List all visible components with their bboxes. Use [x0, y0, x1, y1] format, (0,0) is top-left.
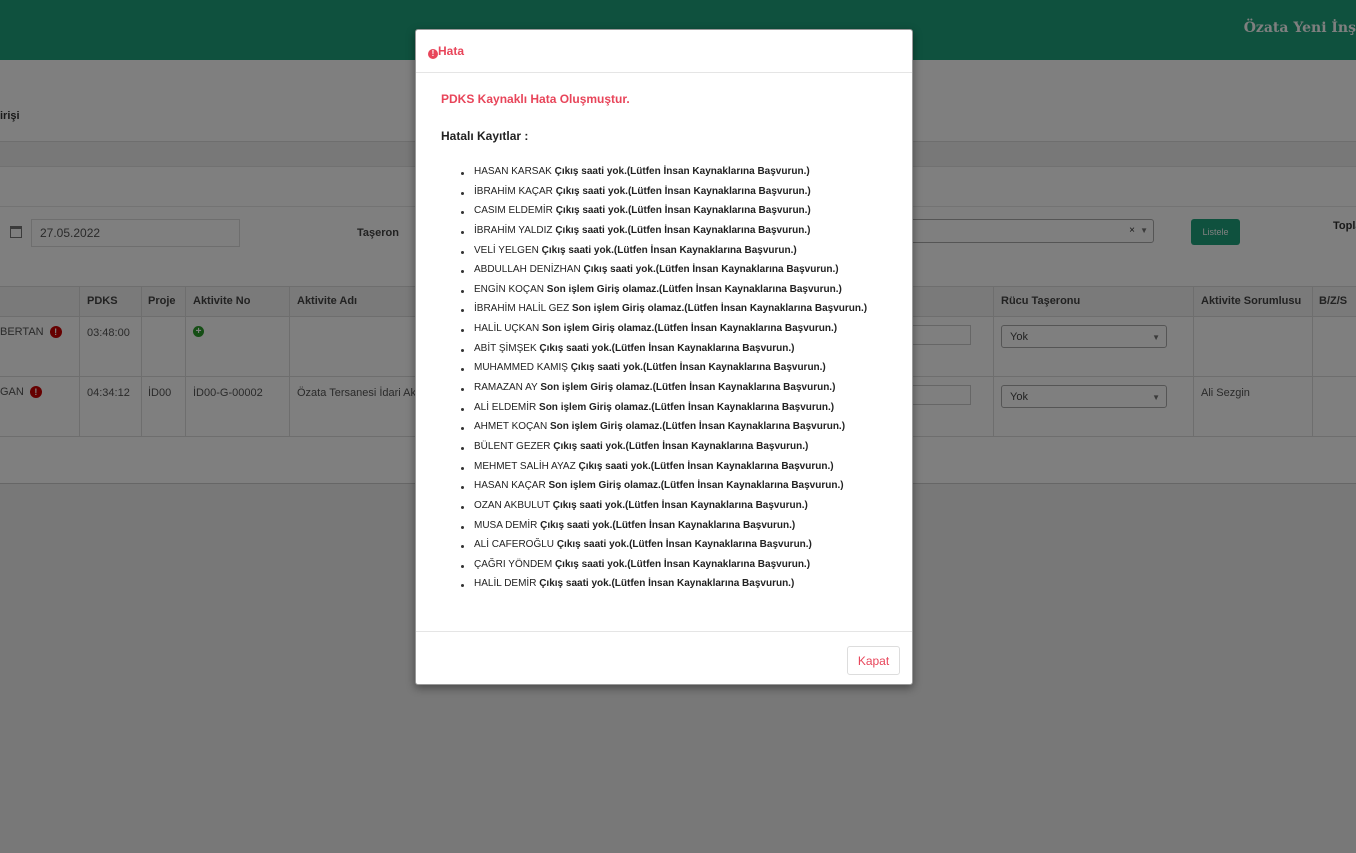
error-reason: Son işlem Giriş olamaz.(Lütfen İnsan Kay…	[549, 421, 846, 433]
employee-name: VELİ YELGEN	[474, 244, 539, 256]
error-list-item: BÜLENT GEZER Çıkış saati yok.(Lütfen İns…	[460, 441, 867, 461]
employee-name: ALİ CAFEROĞLU	[474, 539, 555, 551]
error-reason: Çıkış saati yok.(Lütfen İnsan Kaynakları…	[583, 264, 839, 276]
error-list-item: RAMAZAN AY Son işlem Giriş olamaz.(Lütfe…	[460, 382, 867, 402]
error-reason: Son işlem Giriş olamaz.(Lütfen İnsan Kay…	[548, 480, 844, 492]
error-list-title: Hatalı Kayıtlar :	[441, 129, 529, 143]
employee-name: HALİL UÇKAN	[474, 323, 540, 335]
error-reason: Son işlem Giriş olamaz.(Lütfen İnsan Kay…	[539, 401, 835, 413]
error-reason: Çıkış saati yok.(Lütfen İnsan Kaynakları…	[541, 244, 797, 256]
error-list-item: AHMET KOÇAN Son işlem Giriş olamaz.(Lütf…	[460, 421, 867, 441]
employee-name: ÇAĞRI YÖNDEM	[474, 558, 553, 570]
employee-name: HASAN KARSAK	[474, 166, 552, 177]
modal-footer: Kapat	[416, 631, 912, 685]
error-reason: Çıkış saati yok.(Lütfen İnsan Kaynakları…	[555, 185, 811, 197]
error-list-item: HALİL UÇKAN Son işlem Giriş olamaz.(Lütf…	[460, 323, 867, 343]
employee-name: İBRAHİM KAÇAR	[474, 185, 553, 197]
error-list-item: ABİT ŞİMŞEK Çıkış saati yok.(Lütfen İnsa…	[460, 343, 867, 363]
error-list-item: HASAN KAÇAR Son işlem Giriş olamaz.(Lütf…	[460, 480, 867, 500]
modal-header: ! Hata	[416, 30, 912, 73]
error-reason: Çıkış saati yok.(Lütfen İnsan Kaynakları…	[570, 362, 826, 374]
error-list-item: MUHAMMED KAMIŞ Çıkış saati yok.(Lütfen İ…	[460, 362, 867, 382]
error-list-item: OZAN AKBULUT Çıkış saati yok.(Lütfen İns…	[460, 500, 867, 520]
error-list-item: İBRAHİM KAÇAR Çıkış saati yok.(Lütfen İn…	[460, 186, 867, 206]
employee-name: HALİL DEMİR	[474, 578, 537, 590]
employee-name: OZAN AKBULUT	[474, 499, 550, 511]
error-reason: Çıkış saati yok.(Lütfen İnsan Kaynakları…	[554, 166, 810, 177]
error-reason: Çıkış saati yok.(Lütfen İnsan Kaynakları…	[552, 499, 808, 511]
error-reason: Çıkış saati yok.(Lütfen İnsan Kaynakları…	[556, 539, 812, 551]
error-reason: Son işlem Giriş olamaz.(Lütfen İnsan Kay…	[546, 283, 842, 295]
modal-body: PDKS Kaynaklı Hata Oluşmuştur. Hatalı Ka…	[416, 73, 912, 631]
error-list-item: CASIM ELDEMİR Çıkış saati yok.(Lütfen İn…	[460, 205, 867, 225]
close-button[interactable]: Kapat	[847, 646, 900, 675]
error-list-item: ÇAĞRI YÖNDEM Çıkış saati yok.(Lütfen İns…	[460, 559, 867, 579]
error-reason: Son işlem Giriş olamaz.(Lütfen İnsan Kay…	[542, 323, 838, 335]
error-message: PDKS Kaynaklı Hata Oluşmuştur.	[441, 92, 630, 106]
error-list-item: MUSA DEMİR Çıkış saati yok.(Lütfen İnsan…	[460, 520, 867, 540]
error-reason: Çıkış saati yok.(Lütfen İnsan Kaynakları…	[578, 460, 834, 472]
error-reason: Çıkış saati yok.(Lütfen İnsan Kaynakları…	[539, 578, 795, 590]
error-list-item: ABDULLAH DENİZHAN Çıkış saati yok.(Lütfe…	[460, 264, 867, 284]
error-reason: Çıkış saati yok.(Lütfen İnsan Kaynakları…	[553, 440, 809, 452]
error-list-item: İBRAHİM HALİL GEZ Son işlem Giriş olamaz…	[460, 303, 867, 323]
error-list-item: HALİL DEMİR Çıkış saati yok.(Lütfen İnsa…	[460, 578, 867, 598]
error-reason: Son işlem Giriş olamaz.(Lütfen İnsan Kay…	[572, 303, 868, 315]
employee-name: MEHMET SALİH AYAZ	[474, 460, 576, 472]
error-list-item: ENGİN KOÇAN Son işlem Giriş olamaz.(Lütf…	[460, 284, 867, 304]
employee-name: ABİT ŞİMŞEK	[474, 342, 537, 354]
employee-name: RAMAZAN AY	[474, 382, 538, 394]
error-icon: !	[428, 49, 438, 59]
employee-name: ALİ ELDEMİR	[474, 401, 537, 413]
employee-name: MUHAMMED KAMIŞ	[474, 362, 568, 374]
employee-name: MUSA DEMİR	[474, 519, 538, 531]
error-reason: Çıkış saati yok.(Lütfen İnsan Kaynakları…	[555, 224, 811, 236]
error-reason: Çıkış saati yok.(Lütfen İnsan Kaynakları…	[554, 558, 811, 570]
error-reason: Çıkış saati yok.(Lütfen İnsan Kaynakları…	[555, 205, 811, 217]
employee-name: HASAN KAÇAR	[474, 480, 546, 492]
employee-name: CASIM ELDEMİR	[474, 205, 553, 217]
modal-title: ! Hata	[428, 44, 464, 59]
error-list-item: ALİ ELDEMİR Son işlem Giriş olamaz.(Lütf…	[460, 402, 867, 422]
error-list-item: VELİ YELGEN Çıkış saati yok.(Lütfen İnsa…	[460, 245, 867, 265]
employee-name: İBRAHİM YALDIZ	[474, 224, 553, 236]
error-modal: ! Hata PDKS Kaynaklı Hata Oluşmuştur. Hat…	[415, 29, 913, 685]
employee-name: İBRAHİM HALİL GEZ	[474, 303, 570, 315]
error-list-item: ALİ CAFEROĞLU Çıkış saati yok.(Lütfen İn…	[460, 539, 867, 559]
error-list-item: HASAN KARSAK Çıkış saati yok.(Lütfen İns…	[460, 166, 867, 186]
error-list: HASAN KARSAK Çıkış saati yok.(Lütfen İns…	[460, 166, 867, 598]
error-list-item: MEHMET SALİH AYAZ Çıkış saati yok.(Lütfe…	[460, 461, 867, 481]
employee-name: ABDULLAH DENİZHAN	[474, 264, 581, 276]
error-reason: Son işlem Giriş olamaz.(Lütfen İnsan Kay…	[540, 382, 836, 394]
error-reason: Çıkış saati yok.(Lütfen İnsan Kaynakları…	[540, 519, 796, 531]
employee-name: BÜLENT GEZER	[474, 440, 551, 452]
error-list-item: İBRAHİM YALDIZ Çıkış saati yok.(Lütfen İ…	[460, 225, 867, 245]
employee-name: ENGİN KOÇAN	[474, 283, 545, 295]
error-reason: Çıkış saati yok.(Lütfen İnsan Kaynakları…	[539, 342, 795, 354]
employee-name: AHMET KOÇAN	[474, 421, 548, 433]
